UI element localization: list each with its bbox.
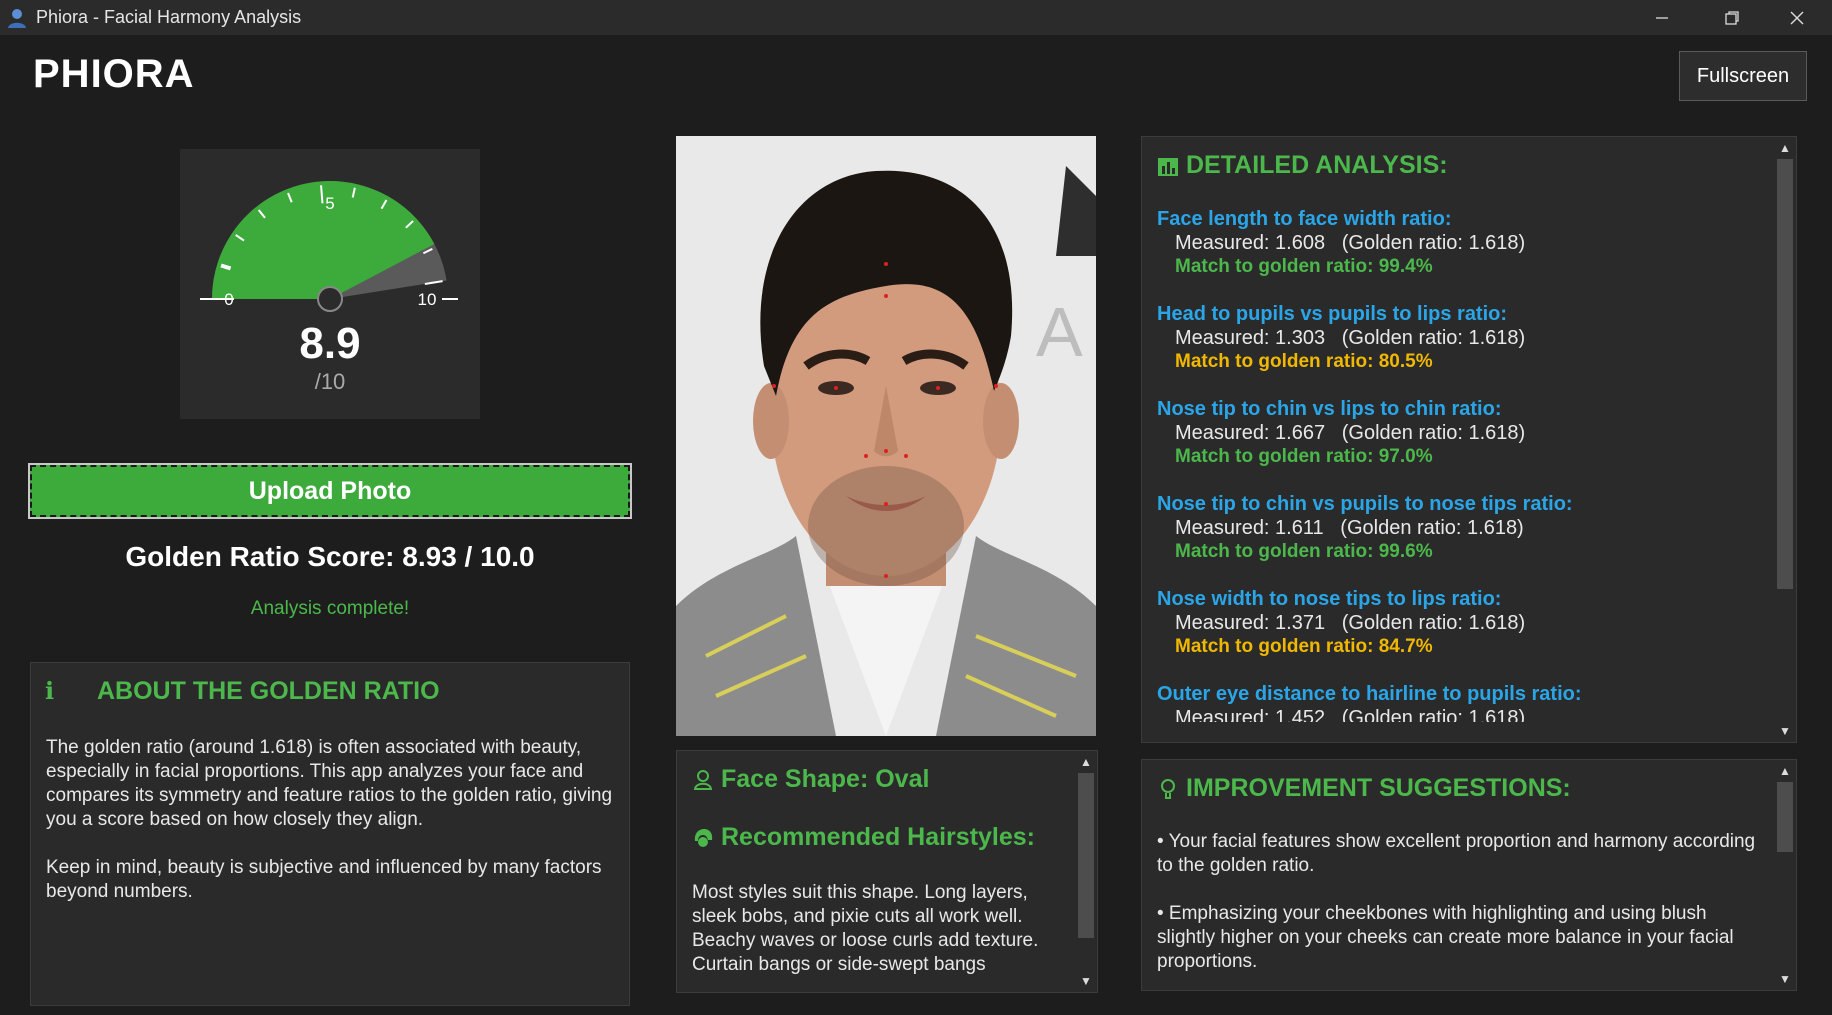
scroll-down-icon[interactable]: ▼ [1774,720,1796,742]
ratio-item: Head to pupils vs pupils to lips ratio: … [1157,302,1757,374]
analysis-status: Analysis complete! [250,598,410,619]
face-shape-panel: Face Shape: Oval Recommended Hairstyles:… [676,750,1098,993]
bar-chart-icon [1158,157,1178,176]
analysis-scrollbar[interactable]: ▲ ▼ [1774,137,1796,742]
ratio-name: Nose width to nose tips to lips ratio: [1157,588,1502,610]
gauge-mid-label: 5 [325,194,334,213]
ratio-measured: Measured: 1.371 (Golden ratio: 1.618) [1175,612,1526,634]
window-title: Phiora - Facial Harmony Analysis [36,7,302,27]
close-icon[interactable] [1762,0,1832,35]
face-shape-heading: Face Shape: Oval [692,765,929,794]
ratio-match: Match to golden ratio: 99.6% [1175,541,1433,562]
scroll-down-icon[interactable]: ▼ [1075,970,1097,992]
ratio-name: Head to pupils vs pupils to lips ratio: [1157,303,1508,325]
ratio-name: Outer eye distance to hairline to pupils… [1157,683,1582,705]
face-photo: A [676,136,1096,736]
gauge-needle-hub [317,286,343,312]
about-paragraph: Keep in mind, beauty is subjective and i… [46,857,602,902]
hairstyles-heading: Recommended Hairstyles: [692,823,1035,852]
scroll-thumb[interactable] [1777,159,1793,589]
person-icon [693,769,713,790]
face-shape-scrollbar[interactable]: ▲ ▼ [1075,751,1097,992]
minimize-icon[interactable] [1627,0,1697,35]
info-icon: ℹ [45,678,55,705]
improvement-suggestions-panel: IMPROVEMENT SUGGESTIONS: • Your facial f… [1141,759,1797,991]
ratio-measured: Measured: 1.452 (Golden ratio: 1.618) [1175,707,1526,722]
scroll-down-icon[interactable]: ▼ [1774,968,1796,990]
ratio-match: Match to golden ratio: 80.5% [1175,351,1433,372]
hair-icon [694,828,713,847]
analysis-header: DETAILED ANALYSIS: [1157,151,1448,180]
fullscreen-button[interactable]: Fullscreen [1679,51,1807,101]
ratio-measured: Measured: 1.667 (Golden ratio: 1.618) [1175,422,1526,444]
hairstyles-body: Most styles suit this shape. Long layers… [692,882,1039,975]
ratio-item: Nose width to nose tips to lips ratio: M… [1157,587,1757,659]
gauge-score-value: 8.9 [299,319,361,368]
scroll-thumb[interactable] [1078,773,1094,938]
suggestion-item: • Emphasizing your cheekbones with highl… [1157,903,1734,972]
gauge-dial: 0 5 10 [200,181,458,312]
analysis-title: DETAILED ANALYSIS: [1186,151,1448,179]
ratio-measured: Measured: 1.611 (Golden ratio: 1.618) [1175,517,1524,539]
ratio-name: Face length to face width ratio: [1157,208,1452,230]
about-body: The golden ratio (around 1.618) is often… [46,736,621,904]
gauge-score-max: /10 [314,369,346,394]
gauge-tick [220,263,232,271]
ratio-match: Match to golden ratio: 84.7% [1175,636,1433,657]
about-header: ℹ ABOUT THE GOLDEN RATIO [45,677,440,706]
upload-photo-button[interactable]: Upload Photo [28,463,632,519]
suggestion-item: • Your facial features show excellent pr… [1157,831,1756,876]
scroll-up-icon[interactable]: ▲ [1075,751,1097,773]
gauge-tick [320,185,324,204]
score-gauge: 0 5 10 8.9 /10 [180,149,480,419]
face-shape-title: Face Shape: Oval [721,765,930,793]
svg-text:A: A [1036,293,1083,371]
ratio-item: Nose tip to chin vs pupils to nose tips … [1157,492,1757,564]
about-golden-ratio-panel: ℹ ABOUT THE GOLDEN RATIO The golden rati… [30,662,630,1006]
ratio-match: Match to golden ratio: 99.4% [1175,256,1433,277]
lightbulb-icon [1161,778,1175,799]
ratio-name: Nose tip to chin vs pupils to nose tips … [1157,493,1573,515]
improve-header: IMPROVEMENT SUGGESTIONS: [1157,774,1571,803]
app-brand: PHIORA [33,52,195,96]
ratio-item: Outer eye distance to hairline to pupils… [1157,682,1757,722]
about-paragraph: The golden ratio (around 1.618) is often… [46,737,613,830]
scroll-up-icon[interactable]: ▲ [1774,760,1796,782]
gauge-max-label: 10 [418,290,437,309]
improve-body: • Your facial features show excellent pr… [1157,830,1757,974]
ratio-item: Nose tip to chin vs lips to chin ratio: … [1157,397,1757,469]
scroll-up-icon[interactable]: ▲ [1774,137,1796,159]
detailed-analysis-panel: DETAILED ANALYSIS: Face length to face w… [1141,136,1797,743]
about-title: ABOUT THE GOLDEN RATIO [97,677,440,705]
ratio-match: Match to golden ratio: 97.0% [1175,446,1433,467]
title-bar: Phiora - Facial Harmony Analysis [0,0,1832,35]
ratio-measured: Measured: 1.303 (Golden ratio: 1.618) [1175,327,1526,349]
improve-scrollbar[interactable]: ▲ ▼ [1774,760,1796,990]
hairstyles-title: Recommended Hairstyles: [721,823,1036,851]
gauge-min-label: 0 [224,290,233,309]
portrait-image: A [676,136,1096,736]
ratio-name: Nose tip to chin vs lips to chin ratio: [1157,398,1502,420]
golden-ratio-score: Golden Ratio Score: 8.93 / 10.0 [125,541,535,572]
app-person-icon [8,8,26,28]
ratio-item: Face length to face width ratio: Measure… [1157,207,1757,279]
restore-icon[interactable] [1697,0,1767,35]
ratio-measured: Measured: 1.608 (Golden ratio: 1.618) [1175,232,1526,254]
improve-title: IMPROVEMENT SUGGESTIONS: [1186,774,1571,802]
scroll-thumb[interactable] [1777,782,1793,852]
